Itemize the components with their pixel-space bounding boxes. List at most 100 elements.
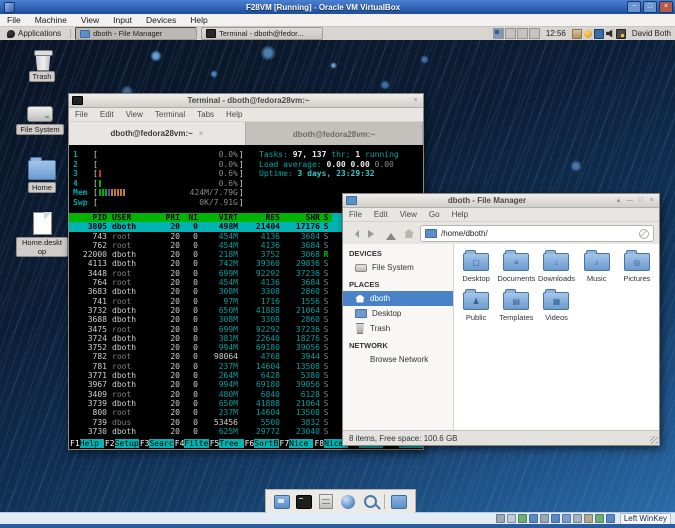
vbox-menu-input[interactable]: Input: [106, 15, 139, 25]
fkey-label-f2[interactable]: Setup: [114, 438, 139, 448]
clipboard-icon[interactable]: [583, 514, 593, 523]
fkey-label-f1[interactable]: Help: [79, 438, 104, 448]
file-public[interactable]: ♟ Public: [456, 287, 496, 322]
file-desktop[interactable]: ▢ Desktop: [456, 248, 496, 283]
sidebar-item-file-system[interactable]: File System: [343, 260, 453, 275]
applications-menu-button[interactable]: Applications: [2, 28, 66, 39]
fm-menu-file[interactable]: File: [343, 210, 368, 219]
network-monitor-icon[interactable]: [593, 28, 604, 39]
file-videos[interactable]: ▦ Videos: [536, 287, 576, 322]
terminal-menu-help[interactable]: Help: [220, 110, 248, 119]
path-bar[interactable]: /home/dboth/: [420, 225, 654, 242]
fkey-f1[interactable]: F1: [69, 439, 80, 448]
keyboard-icon[interactable]: [605, 514, 615, 523]
terminal-menu-tabs[interactable]: Tabs: [191, 110, 220, 119]
fkey-f7[interactable]: F7: [279, 439, 290, 448]
vbox-maximize-button[interactable]: □: [643, 1, 657, 13]
fm-menu-help[interactable]: Help: [446, 210, 474, 219]
file-documents[interactable]: ≡ Documents: [496, 248, 536, 283]
fkey-label-f7[interactable]: Nice -: [289, 438, 314, 448]
workspace-1[interactable]: [492, 28, 504, 39]
desktop-icon-file-system[interactable]: File System: [14, 106, 66, 135]
workspace-3[interactable]: [516, 28, 528, 39]
file-music[interactable]: ♪ Music: [577, 248, 617, 283]
terminal-close-button[interactable]: ×: [411, 95, 420, 106]
software-update-icon[interactable]: [583, 29, 592, 38]
fkey-f4[interactable]: F4: [174, 439, 185, 448]
network-icon[interactable]: [528, 514, 538, 523]
fm-close-button[interactable]: ×: [647, 195, 656, 206]
vbox-minimize-button[interactable]: −: [627, 1, 641, 13]
shared-folders-icon[interactable]: [550, 514, 560, 523]
resize-grip[interactable]: [650, 436, 658, 444]
up-button[interactable]: [384, 227, 398, 240]
dock-terminal-launcher-button[interactable]: [296, 494, 312, 509]
fkey-f2[interactable]: F2: [104, 439, 115, 448]
vbox-menu-help[interactable]: Help: [183, 15, 214, 25]
sidebar-item-browse-network[interactable]: Browse Network: [343, 352, 453, 367]
fkey-f3[interactable]: F3: [139, 439, 150, 448]
user-menu[interactable]: David Both: [632, 29, 671, 38]
column-header-res[interactable]: RES: [238, 213, 280, 222]
fkey-f6[interactable]: F6: [244, 439, 255, 448]
column-header-pid[interactable]: PID: [73, 213, 107, 222]
terminal-menu-view[interactable]: View: [120, 110, 149, 119]
terminal-titlebar[interactable]: Terminal - dboth@fedora28vm:~ ×: [69, 94, 423, 108]
file-downloads[interactable]: ↓ Downloads: [536, 248, 576, 283]
tab-close-icon[interactable]: ×: [199, 129, 204, 138]
desktop-icon-home[interactable]: Home: [16, 157, 68, 193]
recording-icon[interactable]: [572, 514, 582, 523]
vbox-menu-view[interactable]: View: [74, 15, 106, 25]
workspace-4[interactable]: [528, 28, 540, 39]
dock-folder-button[interactable]: [391, 494, 407, 509]
forward-button[interactable]: [366, 227, 380, 240]
back-button[interactable]: [348, 227, 362, 240]
dock-web-browser-button[interactable]: [340, 494, 356, 509]
file-pictures[interactable]: ◎ Pictures: [617, 248, 657, 283]
column-header-pri[interactable]: PRI: [158, 213, 180, 222]
desktop-icon-home-desktop[interactable]: Home.desktop: [16, 212, 68, 257]
terminal-menu-terminal[interactable]: Terminal: [149, 110, 191, 119]
column-header-shr[interactable]: SHR: [280, 213, 320, 222]
dock-show-desktop-button[interactable]: [274, 494, 290, 509]
fkey-label-f6[interactable]: SortBy: [254, 438, 279, 448]
dock-app-finder-button[interactable]: [362, 494, 378, 509]
terminal-menu-edit[interactable]: Edit: [94, 110, 120, 119]
terminal-tab-2[interactable]: dboth@fedora28vm:~: [246, 122, 423, 147]
terminal-menu-file[interactable]: File: [69, 110, 94, 119]
fm-titlebar[interactable]: dboth - File Manager ▴ — □ ×: [343, 194, 659, 208]
sidebar-item-dboth[interactable]: dboth: [343, 291, 453, 306]
workspace-pager[interactable]: [492, 28, 540, 39]
taskbar-button-1[interactable]: dboth - File Manager: [75, 27, 198, 40]
fm-shade-button[interactable]: ▴: [614, 195, 623, 206]
workspace-2[interactable]: [504, 28, 516, 39]
display-icon[interactable]: [561, 514, 571, 523]
usb-icon[interactable]: [539, 514, 549, 523]
clipboard-manager-icon[interactable]: [571, 28, 582, 39]
sidebar-item-trash[interactable]: Trash: [343, 321, 453, 336]
vbox-menu-file[interactable]: File: [0, 15, 28, 25]
fkey-label-f4[interactable]: Filter: [184, 438, 209, 448]
taskbar-button-2[interactable]: Terminal - dboth@fedor...: [201, 27, 324, 40]
sidebar-item-desktop[interactable]: Desktop: [343, 306, 453, 321]
column-header-virt[interactable]: VIRT: [198, 213, 238, 222]
input-method-icon[interactable]: [615, 28, 626, 39]
file-templates[interactable]: ▤ Templates: [496, 287, 536, 322]
column-header-s[interactable]: S: [320, 213, 332, 222]
home-button[interactable]: [402, 227, 416, 240]
desktop-icon-trash[interactable]: Trash: [16, 50, 68, 82]
vbox-close-button[interactable]: ×: [659, 1, 673, 13]
reload-icon[interactable]: [639, 228, 649, 239]
fm-maximize-button[interactable]: □: [636, 195, 645, 206]
column-header-user[interactable]: USER: [107, 213, 158, 222]
volume-icon[interactable]: [605, 29, 613, 38]
audio-icon[interactable]: [517, 514, 527, 523]
fkey-label-f3[interactable]: Search: [149, 438, 174, 448]
column-header-ni[interactable]: NI: [180, 213, 198, 222]
clock[interactable]: 12:56: [546, 29, 566, 38]
optical-disc-icon[interactable]: [506, 514, 516, 523]
fm-menu-view[interactable]: View: [394, 210, 423, 219]
hdd-icon[interactable]: [495, 514, 505, 523]
fm-menu-go[interactable]: Go: [423, 210, 446, 219]
fkey-f5[interactable]: F5: [209, 439, 220, 448]
